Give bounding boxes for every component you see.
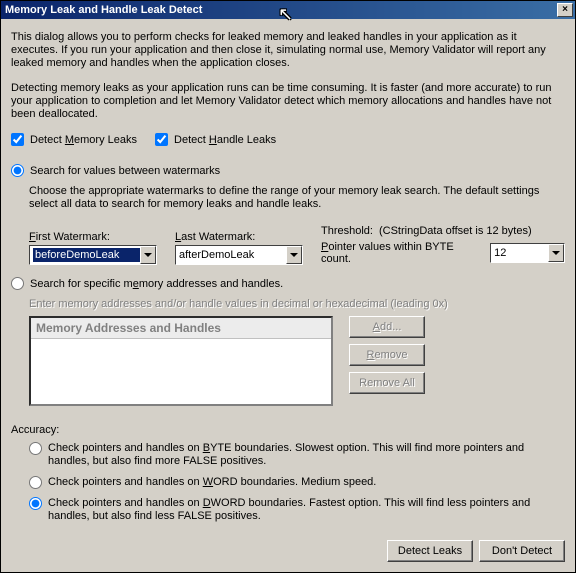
search-watermarks-input[interactable] [11,164,24,177]
last-watermark-combo[interactable]: afterDemoLeak [175,245,303,265]
chevron-down-icon[interactable] [548,244,564,262]
search-watermarks-radio[interactable]: Search for values between watermarks [11,164,565,177]
first-watermark-label: First Watermark: [29,231,157,243]
detect-memory-leaks-checkbox[interactable]: Detect Memory Leaks [11,133,137,146]
dialog-content: This dialog allows you to perform checks… [1,19,575,572]
accuracy-byte-label: Check pointers and handles on BYTE bound… [48,442,565,468]
accuracy-word-label: Check pointers and handles on WORD bound… [48,476,376,489]
addresses-listbox-header: Memory Addresses and Handles [31,318,331,339]
search-specific-label: Search for specific memory addresses and… [30,278,283,290]
dont-detect-button[interactable]: Don't Detect [479,540,565,562]
addresses-listbox[interactable]: Memory Addresses and Handles [29,316,333,406]
intro-text-1: This dialog allows you to perform checks… [11,31,565,70]
pointer-count-combo[interactable]: 12 [490,243,565,263]
remove-all-button[interactable]: Remove All [349,372,425,394]
accuracy-label: Accuracy: [11,424,565,436]
threshold-label: Threshold: [321,225,373,237]
pointer-count-label: Pointer values within BYTE count. [321,241,484,265]
detect-leaks-button[interactable]: Detect Leaks [387,540,473,562]
accuracy-word-radio[interactable]: Check pointers and handles on WORD bound… [29,476,565,489]
first-watermark-value: beforeDemoLeak [33,248,140,262]
watermark-help-text: Choose the appropriate watermarks to def… [29,185,565,211]
threshold-note: (CStringData offset is 12 bytes) [379,225,532,237]
detect-handle-leaks-checkbox[interactable]: Detect Handle Leaks [155,133,276,146]
detect-memory-leaks-input[interactable] [11,133,24,146]
enter-addresses-hint: Enter memory addresses and/or handle val… [29,298,565,310]
intro-text-2: Detecting memory leaks as your applicati… [11,82,565,121]
accuracy-word-input[interactable] [29,476,42,489]
detect-memory-leaks-label: Detect Memory Leaks [30,134,137,146]
close-icon[interactable]: × [557,3,573,17]
accuracy-dword-radio[interactable]: Check pointers and handles on DWORD boun… [29,497,565,523]
search-specific-input[interactable] [11,277,24,290]
accuracy-dword-input[interactable] [29,497,42,510]
accuracy-dword-label: Check pointers and handles on DWORD boun… [48,497,565,523]
last-watermark-value: afterDemoLeak [179,249,286,261]
chevron-down-icon[interactable] [140,246,156,264]
accuracy-byte-input[interactable] [29,442,42,455]
chevron-down-icon[interactable] [286,246,302,264]
pointer-count-value: 12 [494,247,548,259]
dialog-title: Memory Leak and Handle Leak Detect [5,1,557,19]
accuracy-byte-radio[interactable]: Check pointers and handles on BYTE bound… [29,442,565,468]
detect-handle-leaks-label: Detect Handle Leaks [174,134,276,146]
dialog-window: Memory Leak and Handle Leak Detect × ↖ T… [0,0,576,573]
last-watermark-label: Last Watermark: [175,231,303,243]
detect-handle-leaks-input[interactable] [155,133,168,146]
titlebar: Memory Leak and Handle Leak Detect × [1,1,575,19]
first-watermark-combo[interactable]: beforeDemoLeak [29,245,157,265]
remove-button[interactable]: Remove [349,344,425,366]
search-watermarks-label: Search for values between watermarks [30,165,220,177]
add-button[interactable]: Add... [349,316,425,338]
search-specific-radio[interactable]: Search for specific memory addresses and… [11,277,565,290]
